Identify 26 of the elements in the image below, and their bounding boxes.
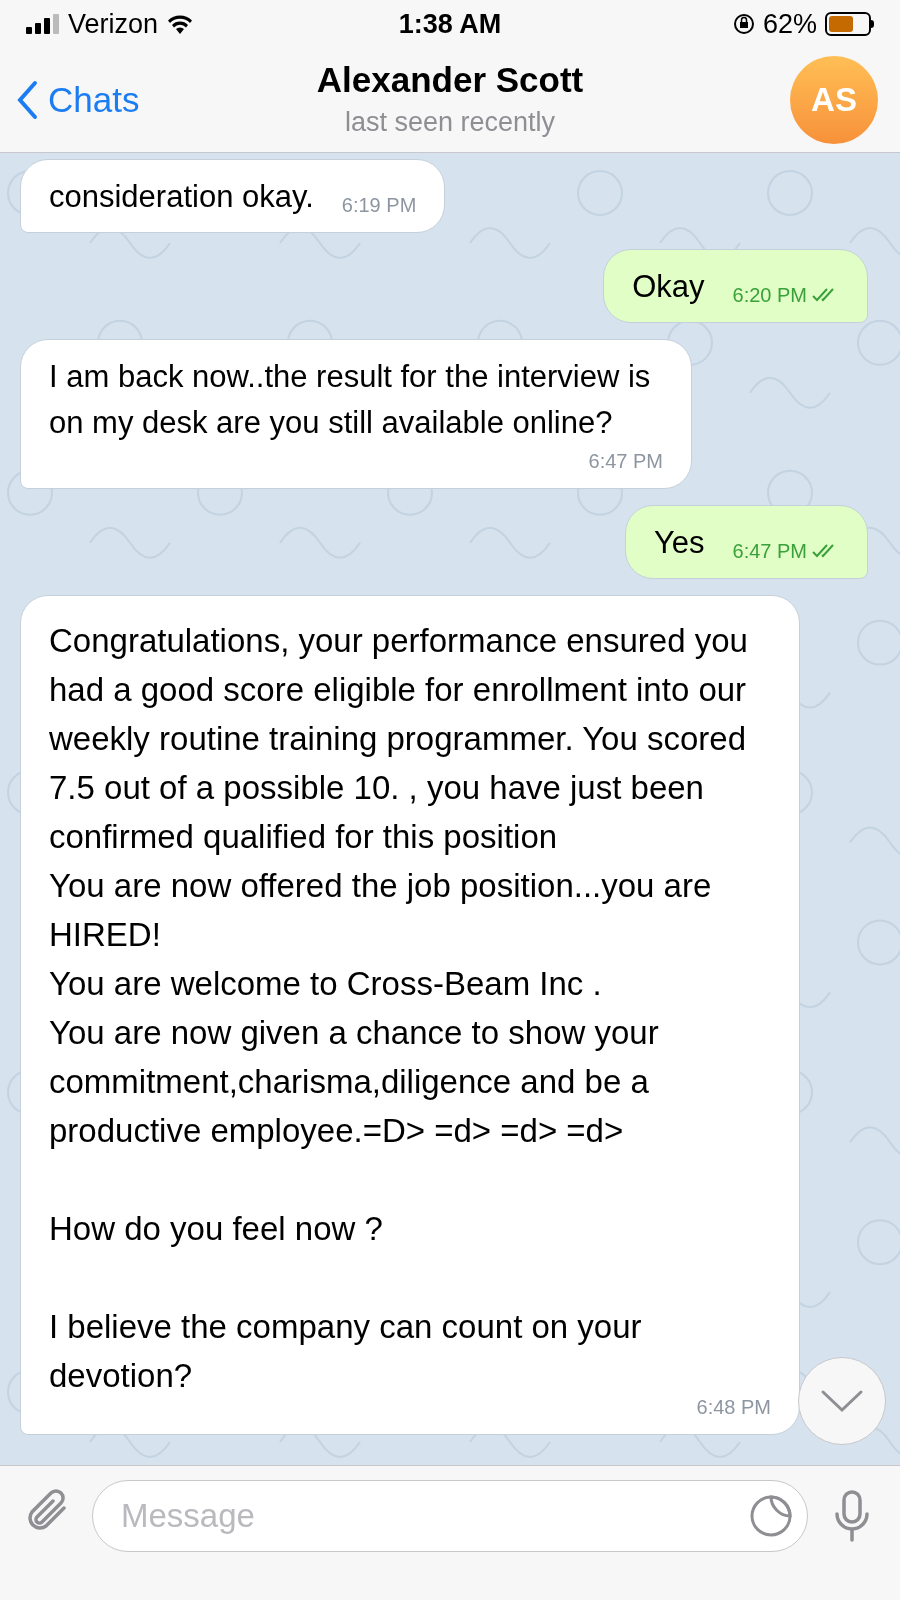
contact-status: last seen recently: [344, 105, 556, 139]
message-time: 6:48 PM: [696, 1395, 771, 1420]
battery-percent: 62%: [762, 7, 817, 41]
wifi-icon: [166, 13, 195, 35]
microphone-icon: [834, 1490, 870, 1542]
message-bar[interactable]: Message: [92, 1480, 808, 1552]
message-time: 6:47 PM: [588, 449, 663, 474]
rotation-lock-icon: [732, 13, 755, 35]
battery-icon: [825, 12, 874, 36]
signal-icon: [26, 14, 60, 34]
message-time: 6:47 PM: [732, 539, 807, 564]
contact-avatar[interactable]: AS: [790, 56, 878, 144]
message-text: I am back now..the result for the interview is on my desk are you still available online?: [49, 358, 652, 442]
message-text: Okay: [632, 268, 705, 306]
back-button[interactable]: Chats: [16, 73, 276, 127]
sticker-icon[interactable]: [749, 1494, 793, 1538]
contact-name: Alexander Scott: [316, 58, 584, 101]
message-text: Yes: [653, 524, 705, 562]
message-time: 6:20 PM: [732, 283, 807, 308]
chevron-down-icon: [820, 1389, 864, 1413]
clock-time: 1:38 AM: [397, 7, 503, 41]
carrier-name: Verizon: [68, 7, 159, 41]
back-chevron-icon: [16, 80, 38, 120]
message-text: Congratulations, your performance ensured you had a good score eligible for enrollment into our weekly routine training programmer. You scored 7.5 out of a possible 10. , you have just been confirmed qualified for this position You are now offered the job position...you are HIRED! You are welcome to Cross-Beam Inc . You are now given a chance to show your commitment,charisma,diligence and be a productive employee.=D> =d> =d> =d> How do you feel now ? I believe the company can count on your devotion?: [49, 621, 749, 1396]
message-time: 6:19 PM: [341, 193, 417, 218]
message-text: consideration okay.: [49, 178, 314, 216]
